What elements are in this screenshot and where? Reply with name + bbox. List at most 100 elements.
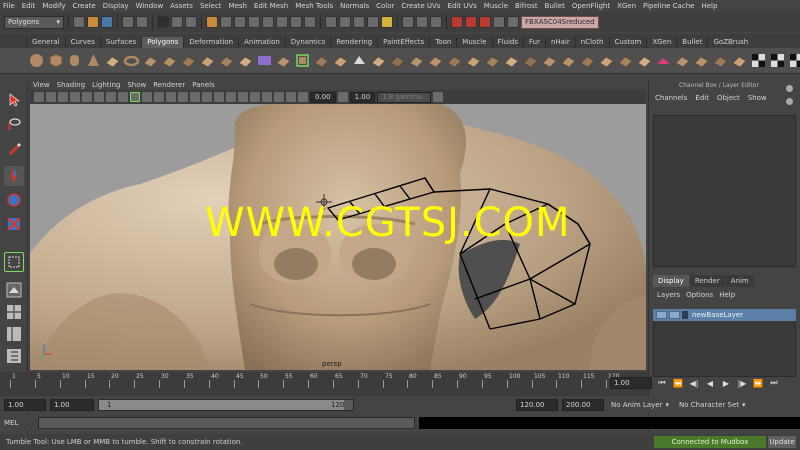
combine-icon[interactable] bbox=[256, 52, 273, 69]
camera-attributes-icon[interactable] bbox=[34, 92, 44, 102]
two-d-pan-icon[interactable] bbox=[70, 92, 80, 102]
connect-icon[interactable] bbox=[617, 52, 634, 69]
checker-icon[interactable] bbox=[750, 52, 767, 69]
render-current-icon[interactable] bbox=[465, 16, 477, 28]
new-scene-icon[interactable] bbox=[73, 16, 85, 28]
four-view-layout-icon[interactable] bbox=[4, 302, 24, 322]
pick-misc-icon[interactable] bbox=[304, 16, 316, 28]
smooth-shade-icon[interactable] bbox=[154, 92, 164, 102]
shelf-tab-custom[interactable]: Custom bbox=[608, 37, 647, 48]
menu-mesh[interactable]: Mesh bbox=[226, 2, 251, 10]
last-tool-icon[interactable] bbox=[4, 252, 24, 272]
pick-curve-icon[interactable] bbox=[234, 16, 246, 28]
current-frame-field[interactable]: 1.00 bbox=[610, 377, 652, 389]
perspective-viewport[interactable]: WWW.CGTSJ.COM persp bbox=[30, 104, 646, 370]
gamma-field[interactable]: 1.00 bbox=[349, 91, 376, 103]
cone-icon[interactable] bbox=[85, 52, 102, 69]
menu-normals[interactable]: Normals bbox=[337, 2, 373, 10]
exposure-icon[interactable] bbox=[298, 92, 308, 102]
helix-icon[interactable] bbox=[199, 52, 216, 69]
save-scene-icon[interactable] bbox=[101, 16, 113, 28]
fill-hole-icon[interactable] bbox=[389, 52, 406, 69]
shadows-icon[interactable] bbox=[190, 92, 200, 102]
shelf-tab-fluids[interactable]: Fluids bbox=[491, 37, 523, 48]
menu-mesh-tools[interactable]: Mesh Tools bbox=[292, 2, 337, 10]
select-tool-icon[interactable] bbox=[4, 90, 24, 110]
attribute-editor-icon[interactable] bbox=[785, 85, 793, 92]
wireframe-icon[interactable] bbox=[142, 92, 152, 102]
panel-menu-lighting[interactable]: Lighting bbox=[89, 81, 124, 89]
move-tool-icon[interactable] bbox=[4, 166, 24, 186]
uv-editor-icon[interactable] bbox=[731, 52, 748, 69]
step-forward-key-icon[interactable]: ⏩ bbox=[752, 377, 764, 389]
menu-create[interactable]: Create bbox=[69, 2, 99, 10]
character-set-dropdown[interactable]: No Character Set ▾ bbox=[676, 399, 749, 411]
object-name-field[interactable]: FBXASC04Sreduced bbox=[521, 15, 599, 29]
channel-menu-channels[interactable]: Channels bbox=[655, 94, 687, 112]
use-all-lights-icon[interactable] bbox=[178, 92, 188, 102]
menu-bullet[interactable]: Bullet bbox=[542, 2, 569, 10]
separate-icon[interactable] bbox=[275, 52, 292, 69]
motion-blur-icon[interactable] bbox=[214, 92, 224, 102]
open-scene-icon[interactable] bbox=[87, 16, 99, 28]
playback-start-field[interactable]: 1.00 bbox=[50, 399, 94, 411]
pipe-icon[interactable] bbox=[180, 52, 197, 69]
soccer-ball-icon[interactable] bbox=[218, 52, 235, 69]
prism-icon[interactable] bbox=[142, 52, 159, 69]
snap-view-plane-icon[interactable] bbox=[367, 16, 379, 28]
spherical-map-icon[interactable] bbox=[693, 52, 710, 69]
shelf-tab-muscle[interactable]: Muscle bbox=[456, 37, 491, 48]
menu-color[interactable]: Color bbox=[373, 2, 398, 10]
layer-tab-display[interactable]: Display bbox=[653, 275, 689, 287]
snap-grid-icon[interactable] bbox=[325, 16, 337, 28]
collapse-icon[interactable] bbox=[560, 52, 577, 69]
lasso-tool-icon[interactable] bbox=[4, 114, 24, 134]
menu-create-uvs[interactable]: Create UVs bbox=[398, 2, 444, 10]
update-button[interactable]: Update bbox=[768, 436, 796, 448]
scale-tool-icon[interactable] bbox=[4, 214, 24, 234]
layer-visibility-toggle[interactable] bbox=[656, 311, 667, 319]
hypershade-icon[interactable] bbox=[507, 16, 519, 28]
menu-xgen[interactable]: XGen bbox=[614, 2, 640, 10]
snap-curve-icon[interactable] bbox=[339, 16, 351, 28]
menu-modify[interactable]: Modify bbox=[39, 2, 69, 10]
output-icon[interactable] bbox=[430, 16, 442, 28]
exposure-field[interactable]: 0.00 bbox=[310, 91, 336, 103]
torus-icon[interactable] bbox=[123, 52, 140, 69]
history-icon[interactable] bbox=[402, 16, 414, 28]
layer-row[interactable]: newBaseLayer bbox=[653, 309, 796, 321]
tool-settings-icon[interactable] bbox=[785, 98, 793, 105]
play-backwards-icon[interactable]: ◀ bbox=[704, 377, 716, 389]
shelf-tab-curves[interactable]: Curves bbox=[64, 37, 100, 48]
pick-joint-icon[interactable] bbox=[220, 16, 232, 28]
sphere-icon[interactable] bbox=[28, 52, 45, 69]
bevel-icon[interactable] bbox=[522, 52, 539, 69]
menu-help[interactable]: Help bbox=[698, 2, 721, 10]
playback-end-field[interactable]: 120.00 bbox=[516, 399, 558, 411]
menu-select[interactable]: Select bbox=[197, 2, 226, 10]
range-bar[interactable]: 1 120 bbox=[98, 399, 354, 411]
extract-icon[interactable] bbox=[294, 52, 311, 69]
extrude-icon[interactable] bbox=[484, 52, 501, 69]
smooth-icon[interactable] bbox=[332, 52, 349, 69]
depth-of-field-icon[interactable] bbox=[238, 92, 248, 102]
sculpt-icon[interactable] bbox=[636, 52, 653, 69]
screen-space-ao-icon[interactable] bbox=[202, 92, 212, 102]
film-gate-icon[interactable] bbox=[106, 92, 116, 102]
pick-surface-icon[interactable] bbox=[248, 16, 260, 28]
channel-menu-edit[interactable]: Edit bbox=[695, 94, 709, 112]
channel-menu-object[interactable]: Object bbox=[717, 94, 740, 112]
animation-end-field[interactable]: 200.00 bbox=[562, 399, 604, 411]
cylinder-icon[interactable] bbox=[66, 52, 83, 69]
menu-display[interactable]: Display bbox=[100, 2, 133, 10]
menu-edit-uvs[interactable]: Edit UVs bbox=[444, 2, 480, 10]
bookmark-icon[interactable] bbox=[46, 92, 56, 102]
checker-alt2-icon[interactable] bbox=[788, 52, 800, 69]
shelf-tab-deformation[interactable]: Deformation bbox=[183, 37, 238, 48]
menu-bifrost[interactable]: Bifrost bbox=[512, 2, 542, 10]
step-forward-frame-icon[interactable]: |▶ bbox=[736, 377, 748, 389]
reduce-icon[interactable] bbox=[351, 52, 368, 69]
insert-edge-loop-icon[interactable] bbox=[446, 52, 463, 69]
step-back-frame-icon[interactable]: ◀| bbox=[688, 377, 700, 389]
layer-menu-help[interactable]: Help bbox=[719, 291, 735, 305]
